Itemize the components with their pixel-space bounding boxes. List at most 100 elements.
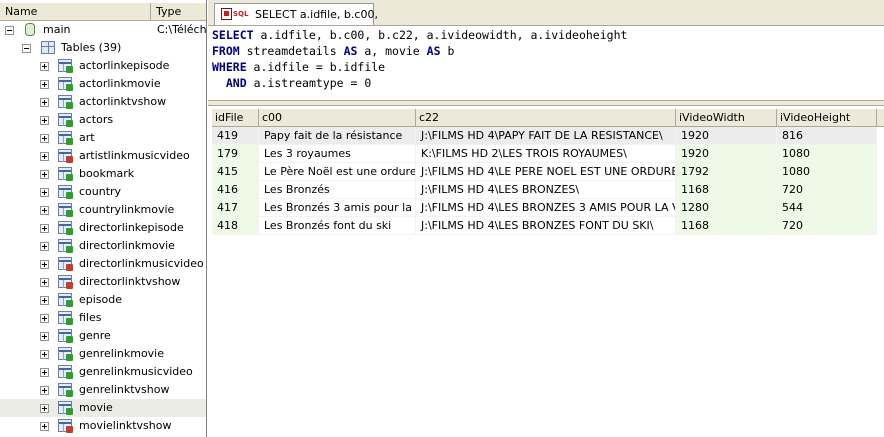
expand-icon[interactable] [40, 332, 49, 341]
collapse-icon[interactable] [5, 26, 14, 35]
column-header-name[interactable]: Name [0, 3, 151, 20]
column-header-c00[interactable]: c00 [259, 109, 416, 126]
sql-line: SELECT a.idfile, b.c00, b.c22, a.ivideow… [212, 28, 628, 42]
table-row[interactable]: 416 Les Bronzés J:\FILMS HD 4\LES BRONZES\… [212, 181, 877, 199]
results-grid: idFile c00 c22 iVideoWidth iVideoHeight 419 P… [212, 109, 884, 437]
tree-node-table[interactable]: genrelinktvshow [0, 381, 206, 399]
tree-node-table[interactable]: movielinktvshow [0, 417, 206, 435]
tree-node-table[interactable]: actors [0, 111, 206, 129]
table-row[interactable]: 418 Les Bronzés font du ski J:\FILMS HD 4\… [212, 217, 877, 235]
grid-cell[interactable]: J:\FILMS HD 4\LE PERE NOEL EST UNE ORDUR… [416, 163, 676, 181]
grid-cell[interactable]: 1080 [777, 145, 877, 163]
table-icon [58, 185, 73, 199]
grid-cell[interactable]: Le Père Noël est une ordure [259, 163, 416, 181]
expand-icon[interactable] [40, 368, 49, 377]
grid-cell[interactable]: 417 [212, 199, 259, 217]
expand-icon[interactable] [40, 62, 49, 71]
tree-node-table[interactable]: movie [0, 399, 206, 417]
table-row[interactable]: 415 Le Père Noël est une ordure J:\FILMS H… [212, 163, 877, 181]
grid-cell[interactable]: 179 [212, 145, 259, 163]
grid-cell[interactable]: 1280 [676, 199, 777, 217]
grid-cell[interactable]: 416 [212, 181, 259, 199]
grid-cell[interactable]: 1920 [676, 127, 777, 145]
tree-node-main[interactable]: main C:\Téléch [0, 21, 206, 39]
tree-node-table[interactable]: genrelinkmusicvideo [0, 363, 206, 381]
expand-icon[interactable] [40, 152, 49, 161]
splitter-handle[interactable] [208, 100, 884, 106]
grid-cell[interactable]: 418 [212, 217, 259, 235]
column-header-ivideowidth[interactable]: iVideoWidth [676, 109, 777, 126]
grid-cell[interactable]: Papy fait de la résistance [259, 127, 416, 145]
grid-cell[interactable]: 1792 [676, 163, 777, 181]
expand-icon[interactable] [40, 314, 49, 323]
tab-sql-query[interactable]: SQL SELECT a.idfile, b.c00, [214, 3, 378, 25]
grid-cell[interactable]: K:\FILMS HD 2\LES TROIS ROYAUMES\ [416, 145, 676, 163]
tree-node-table[interactable]: actorlinkepisode [0, 57, 206, 75]
collapse-icon[interactable] [22, 44, 31, 53]
tree-node-tables[interactable]: Tables (39) [0, 39, 206, 57]
table-icon [58, 365, 73, 379]
expand-icon[interactable] [40, 242, 49, 251]
expand-icon[interactable] [40, 278, 49, 287]
expand-icon[interactable] [40, 188, 49, 197]
grid-cell[interactable]: J:\FILMS HD 4\PAPY FAIT DE LA RESISTANCE… [416, 127, 676, 145]
tree-node-table[interactable]: genrelinkmovie [0, 345, 206, 363]
table-row[interactable]: 417 Les Bronzés 3 amis pour la vie J:\FILM… [212, 199, 877, 217]
expand-icon[interactable] [40, 386, 49, 395]
expand-icon[interactable] [40, 80, 49, 89]
expand-icon[interactable] [40, 170, 49, 179]
column-header-c22[interactable]: c22 [416, 109, 676, 126]
table-row[interactable]: 179 Les 3 royaumes K:\FILMS HD 2\LES TROIS… [212, 145, 877, 163]
grid-cell[interactable]: Les Bronzés [259, 181, 416, 199]
expand-icon[interactable] [40, 404, 49, 413]
tree-node-table[interactable]: art [0, 129, 206, 147]
expand-icon[interactable] [40, 134, 49, 143]
grid-cell[interactable]: Les Bronzés 3 amis pour la vie [259, 199, 416, 217]
grid-cell[interactable]: 720 [777, 217, 877, 235]
tree-node-table[interactable]: genre [0, 327, 206, 345]
tree-node-table[interactable]: actorlinkmovie [0, 75, 206, 93]
tree-node-table[interactable]: country [0, 183, 206, 201]
expand-icon[interactable] [40, 422, 49, 431]
table-icon [58, 59, 73, 73]
grid-cell[interactable]: 1920 [676, 145, 777, 163]
column-header-ivideoheight[interactable]: iVideoHeight [777, 109, 877, 126]
tree-node-table[interactable]: artistlinkmusicvideo [0, 147, 206, 165]
column-header-type[interactable]: Type [151, 3, 206, 20]
expand-icon[interactable] [40, 350, 49, 359]
table-row[interactable]: 419 Papy fait de la résistance J:\FILMS HD… [212, 127, 877, 145]
grid-cell[interactable]: 1168 [676, 181, 777, 199]
table-icon [58, 275, 73, 289]
table-label: art [79, 131, 95, 144]
grid-cell[interactable]: 1080 [777, 163, 877, 181]
grid-cell[interactable]: J:\FILMS HD 4\LES BRONZES FONT DU SKI\ [416, 217, 676, 235]
grid-cell[interactable]: 419 [212, 127, 259, 145]
grid-cell[interactable]: 415 [212, 163, 259, 181]
tree-node-table[interactable]: countrylinkmovie [0, 201, 206, 219]
tree-node-table[interactable]: actorlinktvshow [0, 93, 206, 111]
grid-cell[interactable]: 544 [777, 199, 877, 217]
grid-cell[interactable]: 1168 [676, 217, 777, 235]
grid-cell[interactable]: J:\FILMS HD 4\LES BRONZES\ [416, 181, 676, 199]
grid-cell[interactable]: 816 [777, 127, 877, 145]
expand-icon[interactable] [40, 206, 49, 215]
expand-icon[interactable] [40, 224, 49, 233]
column-header-idfile[interactable]: idFile [212, 109, 259, 126]
table-label: genre [79, 329, 111, 342]
grid-cell[interactable]: Les 3 royaumes [259, 145, 416, 163]
grid-cell[interactable]: Les Bronzés font du ski [259, 217, 416, 235]
tree-node-table[interactable]: files [0, 309, 206, 327]
grid-cell[interactable]: 720 [777, 181, 877, 199]
tree-node-table[interactable]: directorlinktvshow [0, 273, 206, 291]
sql-editor[interactable]: SELECT a.idfile, b.c00, b.c22, a.ivideow… [212, 27, 882, 99]
grid-cell[interactable]: J:\FILMS HD 4\LES BRONZES 3 AMIS POUR LA… [416, 199, 676, 217]
expand-icon[interactable] [40, 260, 49, 269]
tree-node-table[interactable]: directorlinkmovie [0, 237, 206, 255]
expand-icon[interactable] [40, 116, 49, 125]
tree-node-table[interactable]: episode [0, 291, 206, 309]
tree-node-table[interactable]: directorlinkepisode [0, 219, 206, 237]
tree-node-table[interactable]: bookmark [0, 165, 206, 183]
expand-icon[interactable] [40, 296, 49, 305]
tree-node-table[interactable]: directorlinkmusicvideo [0, 255, 206, 273]
expand-icon[interactable] [40, 98, 49, 107]
